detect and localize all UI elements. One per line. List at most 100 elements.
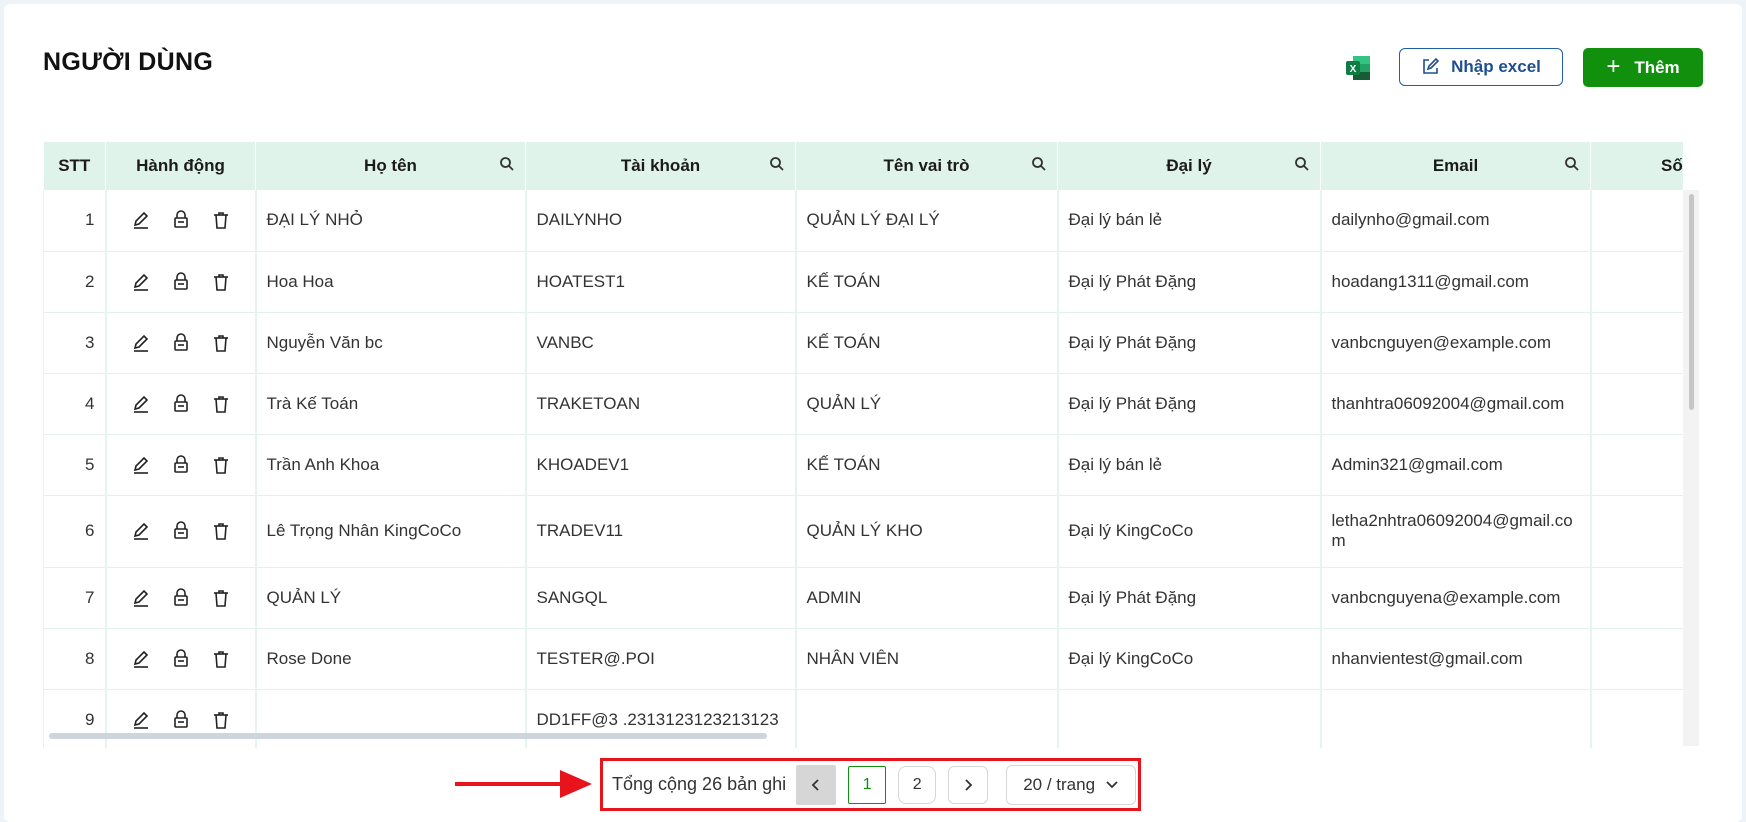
- horizontal-scrollbar[interactable]: [49, 733, 767, 739]
- table-row: 3 Nguyễn Văn bc VANBC KẾ TOÁN Đại lý Phát Đặ…: [43, 312, 1683, 374]
- cell-phone: [1590, 434, 1683, 496]
- cell-stt: 1: [43, 190, 107, 252]
- cell-actions: [105, 567, 257, 629]
- cell-stt: 7: [43, 567, 107, 629]
- cell-account: TRADEV11: [525, 495, 797, 568]
- cell-role: [795, 689, 1059, 748]
- delete-icon[interactable]: [210, 332, 232, 354]
- add-button[interactable]: + Thêm: [1583, 48, 1703, 87]
- excel-icon[interactable]: X: [1344, 54, 1372, 82]
- page-size-select[interactable]: 20 / trang: [1006, 764, 1137, 805]
- cell-phone: [1590, 567, 1683, 629]
- lock-icon[interactable]: [170, 709, 192, 731]
- cell-account: HOATEST1: [525, 251, 797, 313]
- users-table: STT Hành động Họ tên Tài khoản Tên vai t…: [43, 142, 1683, 748]
- cell-phone: [1590, 312, 1683, 374]
- prev-page-button[interactable]: [796, 764, 837, 805]
- column-header-email: Email: [1320, 142, 1591, 190]
- table-row: 9 DD1FF@3 .2313123123213123: [43, 689, 1683, 748]
- cell-name: Lê Trọng Nhân KingCoCo: [255, 495, 527, 568]
- import-excel-button[interactable]: Nhập excel: [1399, 48, 1563, 86]
- next-page-button[interactable]: [948, 765, 989, 804]
- cell-email: Admin321@gmail.com: [1320, 434, 1592, 496]
- column-header-role: Tên vai trò: [795, 142, 1058, 190]
- plus-icon: +: [1606, 52, 1621, 80]
- cell-actions: [105, 251, 257, 313]
- vertical-scrollbar[interactable]: [1689, 194, 1694, 410]
- lock-icon[interactable]: [170, 587, 192, 609]
- lock-icon[interactable]: [170, 648, 192, 670]
- cell-email: dailynho@gmail.com: [1320, 190, 1592, 252]
- edit-icon[interactable]: [130, 332, 152, 354]
- lock-icon[interactable]: [170, 271, 192, 293]
- page-2-button[interactable]: 2: [898, 765, 937, 804]
- edit-icon[interactable]: [130, 393, 152, 415]
- cell-phone: [1590, 251, 1683, 313]
- lock-icon[interactable]: [170, 209, 192, 231]
- cell-account: SANGQL: [525, 567, 797, 629]
- page-1-button[interactable]: 1: [848, 765, 887, 804]
- search-icon[interactable]: [1294, 156, 1310, 172]
- cell-account: KHOADEV1: [525, 434, 797, 496]
- column-header-stt: STT: [43, 142, 106, 190]
- chevron-right-icon: [965, 778, 973, 791]
- edit-icon[interactable]: [130, 454, 152, 476]
- cell-phone: [1590, 628, 1683, 690]
- edit-icon[interactable]: [130, 520, 152, 542]
- svg-text:X: X: [1350, 64, 1357, 75]
- delete-icon[interactable]: [210, 587, 232, 609]
- delete-icon[interactable]: [210, 454, 232, 476]
- cell-stt: 6: [43, 495, 107, 568]
- search-icon[interactable]: [1031, 156, 1047, 172]
- column-header-agency: Đại lý: [1057, 142, 1321, 190]
- lock-icon[interactable]: [170, 393, 192, 415]
- table-row: 4 Trà Kế Toán TRAKETOAN QUẢN LÝ Đại lý Phát …: [43, 373, 1683, 435]
- table-row: 2 Hoa Hoa HOATEST1 KẾ TOÁN Đại lý Phát Đặng h…: [43, 251, 1683, 313]
- cell-stt: 3: [43, 312, 107, 374]
- cell-phone: [1590, 190, 1683, 252]
- edit-icon[interactable]: [130, 209, 152, 231]
- cell-phone: [1590, 689, 1683, 748]
- lock-icon[interactable]: [170, 332, 192, 354]
- cell-email: hoadang1311@gmail.com: [1320, 251, 1592, 313]
- cell-name: ĐẠI LÝ NHỎ: [255, 190, 527, 252]
- cell-name: Trần Anh Khoa: [255, 434, 527, 496]
- column-header-phone: Số đi: [1590, 142, 1683, 190]
- cell-agency: Đại lý Phát Đặng: [1057, 251, 1322, 313]
- delete-icon[interactable]: [210, 271, 232, 293]
- cell-email: [1320, 689, 1592, 748]
- cell-stt: 8: [43, 628, 107, 690]
- search-icon[interactable]: [769, 156, 785, 172]
- cell-actions: [105, 689, 257, 748]
- search-icon[interactable]: [1564, 156, 1580, 172]
- cell-email: nhanvientest@gmail.com: [1320, 628, 1592, 690]
- cell-agency: [1057, 689, 1322, 748]
- table-row: 5 Trần Anh Khoa KHOADEV1 KẾ TOÁN Đại lý bán …: [43, 434, 1683, 496]
- edit-icon[interactable]: [130, 271, 152, 293]
- cell-name: Hoa Hoa: [255, 251, 527, 313]
- cell-agency: Đại lý KingCoCo: [1057, 495, 1322, 568]
- edit-icon[interactable]: [130, 709, 152, 731]
- search-icon[interactable]: [499, 156, 515, 172]
- edit-icon[interactable]: [130, 648, 152, 670]
- cell-agency: Đại lý Phát Đặng: [1057, 312, 1322, 374]
- edit-icon[interactable]: [130, 587, 152, 609]
- delete-icon[interactable]: [210, 709, 232, 731]
- cell-role: KẾ TOÁN: [795, 312, 1059, 374]
- cell-role: ADMIN: [795, 567, 1059, 629]
- lock-icon[interactable]: [170, 520, 192, 542]
- edit-square-icon: [1423, 58, 1440, 74]
- cell-stt: 4: [43, 373, 107, 435]
- cell-agency: Đại lý bán lẻ: [1057, 434, 1322, 496]
- delete-icon[interactable]: [210, 209, 232, 231]
- lock-icon[interactable]: [170, 454, 192, 476]
- delete-icon[interactable]: [210, 520, 232, 542]
- chevron-down-icon: [1106, 780, 1118, 788]
- cell-agency: Đại lý Phát Đặng: [1057, 567, 1322, 629]
- delete-icon[interactable]: [210, 648, 232, 670]
- cell-account: DD1FF@3 .2313123123213123: [525, 689, 797, 748]
- cell-name: Trà Kế Toán: [255, 373, 527, 435]
- cell-role: QUẢN LÝ ĐẠI LÝ: [795, 190, 1059, 252]
- delete-icon[interactable]: [210, 393, 232, 415]
- annotation-arrow: [455, 782, 570, 786]
